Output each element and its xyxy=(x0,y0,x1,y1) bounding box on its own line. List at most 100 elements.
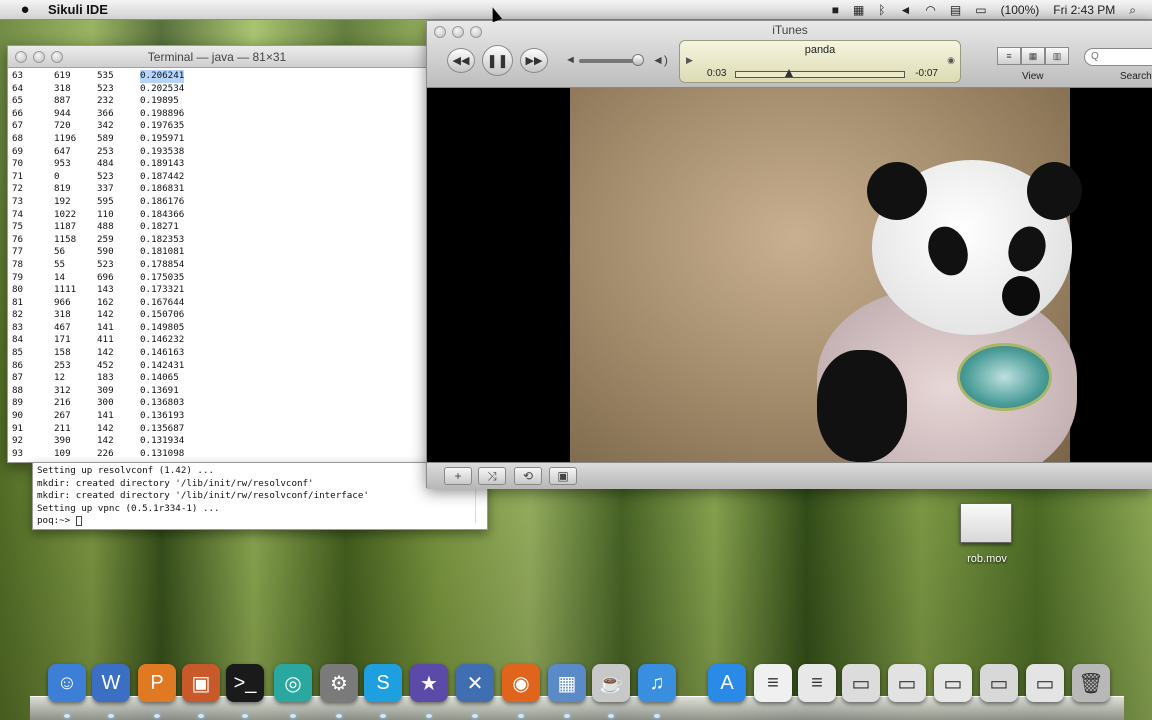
trash-icon[interactable]: 🗑 xyxy=(1072,664,1110,702)
app-menu-name[interactable]: Sikuli IDE xyxy=(48,2,108,17)
panda-arm xyxy=(817,350,907,462)
terminal-window-background[interactable]: Setting up resolvconf (1.42) ... mkdir: … xyxy=(32,462,488,530)
list-view-button[interactable]: ≡ xyxy=(997,47,1021,65)
terminal-icon[interactable]: >_ xyxy=(226,664,264,702)
terminal-row: 92 390 142 0.131934 xyxy=(12,435,426,448)
terminal-cell: 0.13691 xyxy=(140,384,179,396)
terminal-cell: 720 xyxy=(54,120,71,132)
running-indicator xyxy=(426,714,432,718)
genius-icon[interactable]: ◉ xyxy=(947,55,955,66)
flag-icon[interactable]: ▤ xyxy=(950,3,961,17)
document-2-icon[interactable]: ≡ xyxy=(798,664,836,702)
finder-icon[interactable]: ☺ xyxy=(48,664,86,702)
terminal-cell: 411 xyxy=(97,334,114,346)
bluetooth-icon[interactable]: ᛒ xyxy=(878,3,885,17)
terminal-row: 66 944 366 0.198896 xyxy=(12,108,426,121)
battery-icon[interactable]: ▭ xyxy=(975,3,986,17)
shuffle-button[interactable]: ⤨ xyxy=(478,467,506,485)
video-icon[interactable]: ■ xyxy=(832,3,839,17)
add-playlist-button[interactable]: + xyxy=(444,467,472,485)
terminal-row: 88 312 309 0.13691 xyxy=(12,385,426,398)
scrollbar[interactable] xyxy=(475,489,485,523)
now-playing-display: ▶ panda 0:03 -0:07 ◉ xyxy=(679,40,961,83)
terminal-cell: 0 xyxy=(54,170,60,182)
video-player[interactable] xyxy=(427,88,1152,462)
terminal-row: 74 1022 110 0.184366 xyxy=(12,209,426,222)
terminal-output[interactable]: 63 619 535 0.206241 64 318 523 0.202534 65 887 232… xyxy=(8,68,426,460)
window-1-icon[interactable]: ▭ xyxy=(842,664,880,702)
spotlight-icon[interactable]: ⌕ xyxy=(1129,3,1136,18)
terminal-cell: 143 xyxy=(97,284,114,296)
progress-bar[interactable] xyxy=(735,71,905,78)
terminal-cell: 0.175035 xyxy=(140,271,185,283)
terminal-cell: 619 xyxy=(54,70,71,81)
window-5-icon[interactable]: ▭ xyxy=(1026,664,1064,702)
minimize-button[interactable] xyxy=(33,51,45,63)
search-input[interactable]: Q xyxy=(1084,48,1152,66)
document-1-icon[interactable]: ≡ xyxy=(754,664,792,702)
firefox-icon[interactable]: ◉ xyxy=(502,664,540,702)
window-4-icon[interactable]: ▭ xyxy=(980,664,1018,702)
powerpoint-icon[interactable]: P xyxy=(138,664,176,702)
next-button[interactable]: ▶▶ xyxy=(520,48,548,73)
terminal-line: Setting up vpnc (0.5.1r334-1) ... xyxy=(37,502,220,514)
preview-icon[interactable]: ▣ xyxy=(182,664,220,702)
java-icon[interactable]: ☕ xyxy=(592,664,630,702)
xcode-icon[interactable]: ✕ xyxy=(456,664,494,702)
running-indicator xyxy=(518,714,524,718)
window-3-icon[interactable]: ▭ xyxy=(934,664,972,702)
imovie-icon[interactable]: ★ xyxy=(410,664,448,702)
wifi-icon[interactable]: ◠ xyxy=(925,3,935,17)
playhead[interactable] xyxy=(785,69,794,77)
shuffle-icon: ⤨ xyxy=(487,469,497,483)
sikuli-icon[interactable]: ◎ xyxy=(274,664,312,702)
clock[interactable]: Fri 2:43 PM xyxy=(1053,3,1115,17)
terminal-cell: 141 xyxy=(97,410,114,422)
terminal-cell: 65 xyxy=(12,95,24,107)
terminal-row: 69 647 253 0.193538 xyxy=(12,146,426,159)
volume-knob[interactable] xyxy=(631,54,644,66)
terminal-cell: 55 xyxy=(54,258,66,270)
rewind-icon: ◀◀ xyxy=(452,55,470,67)
terminal-cell: 535 xyxy=(97,70,114,81)
terminal-row: 80 1111 143 0.173321 xyxy=(12,284,426,297)
terminal-cell: 0.146232 xyxy=(140,334,185,346)
terminal-row: 93 109 226 0.131098 xyxy=(12,448,426,461)
terminal-cell: 183 xyxy=(97,372,114,384)
grid-view-button[interactable]: ▦ xyxy=(1021,47,1045,65)
app-store-icon[interactable]: A xyxy=(708,664,746,702)
terminal-cell: 86 xyxy=(12,359,24,371)
repeat-button[interactable]: ⟲ xyxy=(514,467,542,485)
window-2-icon[interactable]: ▭ xyxy=(888,664,926,702)
volume-icon[interactable]: ◄ xyxy=(900,3,912,17)
previous-button[interactable]: ◀◀ xyxy=(447,48,475,73)
track-title: panda xyxy=(804,44,836,56)
iphoto-icon[interactable]: ▦ xyxy=(548,664,586,702)
artwork-button[interactable]: ▣ xyxy=(549,467,577,485)
word-icon[interactable]: W xyxy=(92,664,130,702)
volume-high-icon: ◄) xyxy=(652,53,668,67)
terminal-cell: 0.173321 xyxy=(140,284,185,296)
terminal-cell: 142 xyxy=(97,347,114,359)
coverflow-view-button[interactable]: ▥ xyxy=(1045,47,1069,65)
itunes-icon[interactable]: ♫ xyxy=(638,664,676,702)
terminal-cell: 595 xyxy=(97,195,114,207)
terminal-cell: 141 xyxy=(97,321,114,333)
terminal-row: 68 1196 589 0.195971 xyxy=(12,133,426,146)
terminal-prompt-line[interactable]: poq:~> xyxy=(37,515,487,528)
close-button[interactable] xyxy=(15,51,27,63)
apple-menu-icon[interactable]: ● xyxy=(14,1,36,18)
file-thumbnail-icon xyxy=(960,503,1012,543)
terminal-titlebar[interactable]: Terminal — java — 81×31 xyxy=(8,46,426,68)
terminal-row: 79 14 696 0.175035 xyxy=(12,272,426,285)
pause-button[interactable]: ❚❚ xyxy=(482,45,513,76)
battery-percent[interactable]: (100%) xyxy=(1001,3,1040,17)
system-preferences-icon[interactable]: ⚙ xyxy=(320,664,358,702)
selected-cell: 0.206241 xyxy=(140,70,185,83)
zoom-button[interactable] xyxy=(51,51,63,63)
terminal-cell: 0.181081 xyxy=(140,246,185,258)
desktop-file[interactable]: rob.mov xyxy=(960,503,1014,565)
skype-icon[interactable]: S xyxy=(364,664,402,702)
play-indicator-icon[interactable]: ▶ xyxy=(686,55,693,66)
memory-icon[interactable]: ▦ xyxy=(853,3,864,17)
